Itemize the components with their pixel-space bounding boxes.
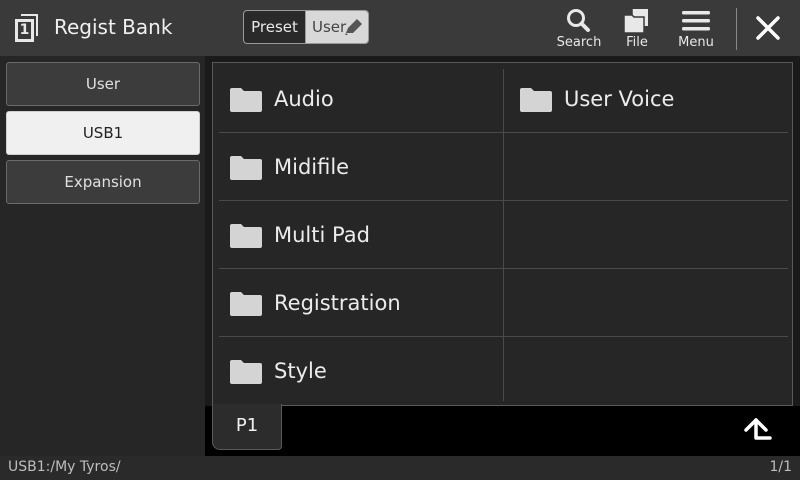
folder-label: Multi Pad bbox=[274, 223, 370, 247]
page-tab-p1[interactable]: P1 bbox=[212, 404, 282, 450]
search-icon bbox=[567, 9, 590, 32]
up-folder-icon bbox=[744, 418, 772, 440]
folder-label: Audio bbox=[274, 87, 334, 111]
sidebar-item-label: USB1 bbox=[82, 124, 124, 142]
sidebar-item-label: User bbox=[85, 75, 121, 93]
folder-item-multi-pad[interactable]: Multi Pad bbox=[213, 201, 503, 269]
sidebar: User USB1 Expansion bbox=[0, 56, 205, 456]
folder-label: Style bbox=[274, 359, 327, 383]
user-toggle-button[interactable]: User bbox=[306, 11, 368, 43]
preset-toggle-label: Preset bbox=[251, 18, 298, 36]
folder-item-audio[interactable]: Audio bbox=[213, 65, 503, 133]
current-path: USB1:/My Tyros/ bbox=[8, 459, 121, 475]
pager-bar bbox=[205, 406, 800, 456]
empty-slot bbox=[504, 201, 788, 269]
file-label: File bbox=[626, 35, 648, 50]
regist-bank-icon: 1 bbox=[12, 12, 42, 44]
up-folder-button[interactable] bbox=[740, 414, 774, 448]
folder-label: Registration bbox=[274, 291, 401, 315]
file-icon bbox=[623, 9, 648, 34]
folder-icon bbox=[230, 360, 262, 384]
sidebar-item-label: Expansion bbox=[64, 173, 142, 191]
header-divider bbox=[736, 8, 737, 50]
sidebar-item-user[interactable]: User bbox=[6, 62, 200, 106]
sidebar-item-usb1[interactable]: USB1 bbox=[6, 111, 200, 155]
empty-slot bbox=[504, 269, 788, 337]
header-bar: 1 Regist Bank Preset User Search File Me… bbox=[0, 0, 800, 56]
file-list-panel: Audio Midifile Multi Pad Registration St… bbox=[212, 62, 793, 406]
empty-slot bbox=[504, 133, 788, 201]
file-button[interactable]: File bbox=[609, 6, 665, 54]
menu-icon bbox=[682, 11, 710, 31]
page-indicator: 1/1 bbox=[769, 459, 792, 475]
app-icon-badge: 1 bbox=[19, 22, 30, 38]
folder-icon bbox=[230, 88, 262, 112]
folder-item-style[interactable]: Style bbox=[213, 337, 503, 405]
page-tab-label: P1 bbox=[235, 415, 259, 436]
menu-button[interactable]: Menu bbox=[668, 6, 724, 54]
close-button[interactable] bbox=[748, 8, 788, 48]
search-button[interactable]: Search bbox=[551, 6, 607, 54]
folder-label: User Voice bbox=[564, 87, 675, 111]
folder-item-user-voice[interactable]: User Voice bbox=[504, 65, 788, 133]
pencil-icon bbox=[345, 19, 362, 35]
folder-label: Midifile bbox=[274, 155, 350, 179]
status-bar: USB1:/My Tyros/ 1/1 bbox=[0, 456, 800, 480]
preset-toggle-button[interactable]: Preset bbox=[244, 11, 306, 43]
row-divider bbox=[504, 336, 788, 337]
folder-icon bbox=[230, 292, 262, 316]
close-icon bbox=[756, 16, 780, 40]
folder-item-registration[interactable]: Registration bbox=[213, 269, 503, 337]
app-title: Regist Bank bbox=[54, 15, 173, 39]
sidebar-item-expansion[interactable]: Expansion bbox=[6, 160, 200, 204]
folder-icon bbox=[520, 88, 552, 112]
preset-user-toggle: Preset User bbox=[243, 10, 369, 44]
folder-icon bbox=[230, 224, 262, 248]
menu-label: Menu bbox=[678, 35, 714, 50]
folder-icon bbox=[230, 156, 262, 180]
folder-item-midifile[interactable]: Midifile bbox=[213, 133, 503, 201]
search-label: Search bbox=[556, 35, 602, 50]
